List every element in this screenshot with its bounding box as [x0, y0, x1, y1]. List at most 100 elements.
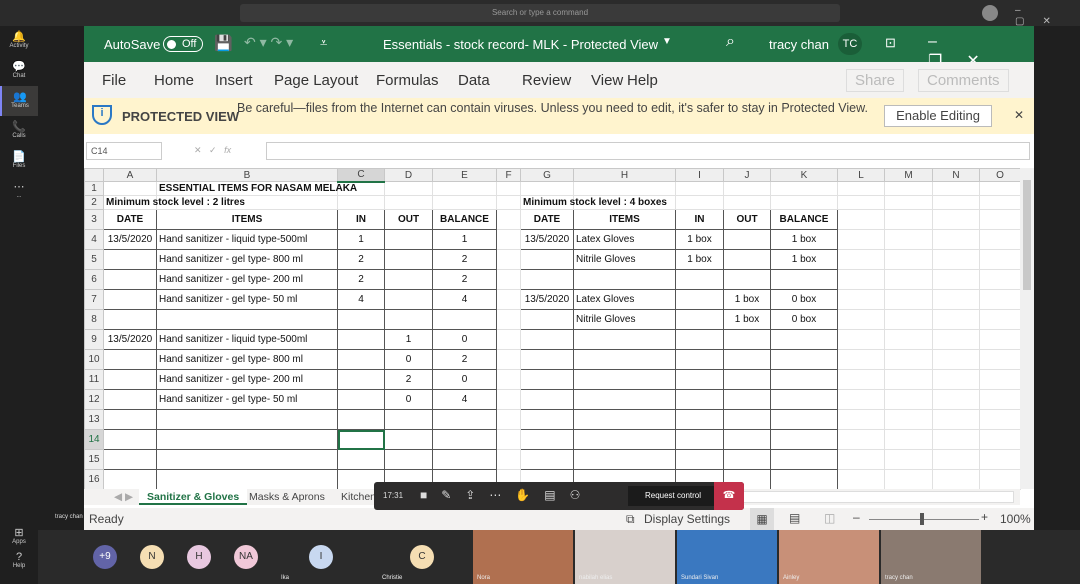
cell-A13[interactable] [103, 409, 157, 430]
column-header[interactable]: E [432, 168, 497, 182]
cell-G9[interactable] [520, 329, 574, 350]
cell-J4[interactable] [723, 229, 771, 250]
cell-L9[interactable] [837, 329, 885, 350]
cell-C14[interactable] [337, 429, 385, 450]
cell-F14[interactable] [496, 429, 521, 450]
cell-G4[interactable]: 13/5/2020 [520, 229, 574, 250]
cell-B11[interactable]: Hand sanitizer - gel type- 200 ml [156, 369, 338, 390]
cell-A14[interactable] [103, 429, 157, 450]
cell-A4[interactable]: 13/5/2020 [103, 229, 157, 250]
cell-H11[interactable] [573, 369, 676, 390]
column-header[interactable]: L [837, 168, 885, 182]
display-settings-button[interactable]: Display Settings [644, 512, 730, 526]
cell-M11[interactable] [884, 369, 933, 390]
cell-B3[interactable]: ITEMS [156, 209, 338, 230]
cell-L3[interactable] [837, 209, 885, 230]
cell-D1[interactable] [384, 181, 433, 196]
cell-G13[interactable] [520, 409, 574, 430]
cell-B5[interactable]: Hand sanitizer - gel type- 800 ml [156, 249, 338, 270]
cell-O9[interactable] [979, 329, 1021, 350]
cell-M14[interactable] [884, 429, 933, 450]
cell-M7[interactable] [884, 289, 933, 310]
cell-A8[interactable] [103, 309, 157, 330]
cell-B12[interactable]: Hand sanitizer - gel type- 50 ml [156, 389, 338, 410]
participant-avatar[interactable]: +9 [93, 545, 117, 569]
cell-J2[interactable] [723, 195, 771, 210]
cell-O13[interactable] [979, 409, 1021, 430]
cell-N15[interactable] [932, 449, 980, 470]
cell-M10[interactable] [884, 349, 933, 370]
sheet-nav-arrows[interactable]: ◀ ▶ [114, 491, 133, 503]
cell-J7[interactable]: 1 box [723, 289, 771, 310]
cell-A3[interactable]: DATE [103, 209, 157, 230]
column-header[interactable]: I [675, 168, 724, 182]
undo-icon[interactable]: ↶ ▾ ↷ ▾ [244, 34, 293, 51]
cell-G7[interactable]: 13/5/2020 [520, 289, 574, 310]
cell-O3[interactable] [979, 209, 1021, 230]
cell-C8[interactable] [337, 309, 385, 330]
cell-E13[interactable] [432, 409, 497, 430]
rail-item-files[interactable]: 📄 Files [0, 146, 38, 176]
cell-N8[interactable] [932, 309, 980, 330]
cell-E12[interactable]: 4 [432, 389, 497, 410]
cell-N7[interactable] [932, 289, 980, 310]
cell-J6[interactable] [723, 269, 771, 290]
row-header[interactable]: 7 [84, 289, 104, 310]
cell-N5[interactable] [932, 249, 980, 270]
sheet-tab[interactable]: Masks & Aprons [241, 489, 333, 505]
zoom-slider-thumb[interactable] [920, 513, 924, 525]
cell-J12[interactable] [723, 389, 771, 410]
cell-I15[interactable] [675, 449, 724, 470]
cell-F9[interactable] [496, 329, 521, 350]
cell-L12[interactable] [837, 389, 885, 410]
row-header[interactable]: 9 [84, 329, 104, 350]
cell-I8[interactable] [675, 309, 724, 330]
cell-E5[interactable]: 2 [432, 249, 497, 270]
cell-K13[interactable] [770, 409, 838, 430]
cell-J8[interactable]: 1 box [723, 309, 771, 330]
cell-G8[interactable] [520, 309, 574, 330]
cell-D13[interactable] [384, 409, 433, 430]
window-controls[interactable]: –▢✕ [1015, 5, 1080, 27]
cell-C6[interactable]: 2 [337, 269, 385, 290]
page-break-icon[interactable]: ◫ [824, 511, 835, 525]
cell-F8[interactable] [496, 309, 521, 330]
row-header[interactable]: 11 [84, 369, 104, 390]
cell-I4[interactable]: 1 box [675, 229, 724, 250]
cell-A16[interactable] [103, 469, 157, 490]
cell-K14[interactable] [770, 429, 838, 450]
cell-J15[interactable] [723, 449, 771, 470]
row-header[interactable]: 4 [84, 229, 104, 250]
cell-H14[interactable] [573, 429, 676, 450]
row-header[interactable]: 14 [84, 429, 104, 450]
menu-home[interactable]: Home [154, 72, 194, 89]
column-header[interactable]: G [520, 168, 574, 182]
cell-A12[interactable] [103, 389, 157, 410]
cell-O15[interactable] [979, 449, 1021, 470]
cell-L7[interactable] [837, 289, 885, 310]
row-header[interactable]: 16 [84, 469, 104, 490]
cell-B14[interactable] [156, 429, 338, 450]
cell-I3[interactable]: IN [675, 209, 724, 230]
cell-L1[interactable] [837, 181, 885, 196]
column-header[interactable]: M [884, 168, 933, 182]
cell-K6[interactable] [770, 269, 838, 290]
row-header[interactable]: 5 [84, 249, 104, 270]
column-header[interactable]: F [496, 168, 521, 182]
cell-F1[interactable] [496, 181, 521, 196]
cell-F4[interactable] [496, 229, 521, 250]
cell-B7[interactable]: Hand sanitizer - gel type- 50 ml [156, 289, 338, 310]
cell-F11[interactable] [496, 369, 521, 390]
cell-M1[interactable] [884, 181, 933, 196]
cell-J9[interactable] [723, 329, 771, 350]
menu-page-layout[interactable]: Page Layout [274, 72, 358, 89]
cell-L14[interactable] [837, 429, 885, 450]
cell-J13[interactable] [723, 409, 771, 430]
cell-C3[interactable]: IN [337, 209, 385, 230]
cell-B16[interactable] [156, 469, 338, 490]
cell-M6[interactable] [884, 269, 933, 290]
cell-E9[interactable]: 0 [432, 329, 497, 350]
cell-C12[interactable] [337, 389, 385, 410]
cell-L11[interactable] [837, 369, 885, 390]
cell-N13[interactable] [932, 409, 980, 430]
